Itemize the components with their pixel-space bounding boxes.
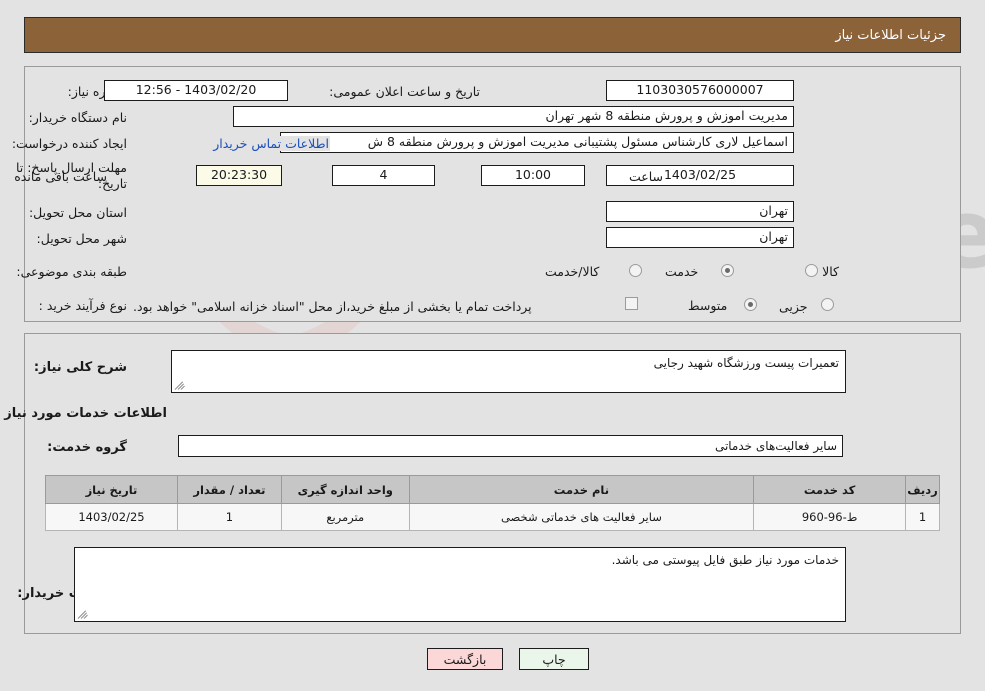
radio-category-khedmat-label[interactable]: خدمت <box>665 264 698 279</box>
process-label: نوع فرآیند خرید : <box>38 298 127 313</box>
page-root: AriaTender.net جزئیات اطلاعات نیاز شماره… <box>0 0 985 691</box>
treasury-bond-checkbox[interactable] <box>625 297 638 310</box>
back-button[interactable]: بازگشت <box>427 648 503 670</box>
radio-process-motavaset-label[interactable]: متوسط <box>688 298 727 313</box>
print-button[interactable]: چاپ <box>519 648 589 670</box>
cell-index: 1 <box>905 503 940 531</box>
announce-label: تاریخ و ساعت اعلان عمومی: <box>329 84 480 99</box>
announce-datetime-field: 1403/02/20 - 12:56 <box>104 80 288 101</box>
buyer-contact-link[interactable]: اطلاعات تماس خریدار <box>212 136 330 151</box>
cell-quantity: 1 <box>176 503 282 531</box>
radio-category-kala-khedmat-label[interactable]: کالا/خدمت <box>545 264 599 279</box>
col-header-name: نام خدمت <box>408 475 755 504</box>
cell-unit: مترمربع <box>280 503 410 531</box>
deadline-time-field: 10:00 <box>481 165 585 186</box>
radio-category-kala-khedmat[interactable] <box>629 264 642 277</box>
remaining-days-field: 4 <box>332 165 435 186</box>
table-row: 1 ط-96-960 سایر فعالیت های خدماتی شخصی م… <box>45 503 940 531</box>
hour-label: ساعت <box>628 169 663 184</box>
buyer-notes-value: خدمات مورد نیاز طبق فایل پیوستی می باشد. <box>611 553 839 567</box>
col-header-index: ردیف <box>905 475 940 504</box>
col-header-code: کد خدمت <box>753 475 907 504</box>
general-description-value: تعمیرات پیست ورزشگاه شهید رجایی <box>653 356 839 370</box>
service-group-label: گروه خدمت: <box>47 440 127 455</box>
cell-code: ط-96-960 <box>753 503 907 531</box>
cell-need-date: 1403/02/25 <box>45 503 178 531</box>
col-header-unit: واحد اندازه گیری <box>280 475 410 504</box>
requester-label: ایجاد کننده درخواست: <box>11 136 127 151</box>
resize-grip-icon[interactable] <box>77 608 89 620</box>
need-number-field: 1103030576000007 <box>606 80 794 101</box>
radio-process-jozii[interactable] <box>821 298 834 311</box>
general-description-label: شرح کلی نیاز: <box>33 360 127 375</box>
col-header-need-date: تاریخ نیاز <box>45 475 178 504</box>
province-label: استان محل تحویل: <box>28 205 127 220</box>
service-items-table: ردیف کد خدمت نام خدمت واحد اندازه گیری ت… <box>45 475 940 531</box>
countdown-field: 20:23:30 <box>196 165 282 186</box>
treasury-bond-label: پرداخت تمام یا بخشی از مبلغ خرید،از محل … <box>133 299 532 314</box>
general-description-textarea[interactable]: تعمیرات پیست ورزشگاه شهید رجایی <box>171 350 846 393</box>
category-label: طبقه بندی موضوعی: <box>16 264 127 279</box>
page-title: جزئیات اطلاعات نیاز <box>835 27 946 43</box>
radio-process-motavaset[interactable] <box>744 298 757 311</box>
services-section-title: اطلاعات خدمات مورد نیاز <box>4 406 167 421</box>
city-label: شهر محل تحویل: <box>36 231 127 246</box>
buyer-org-label: نام دستگاه خریدار: <box>28 110 127 125</box>
countdown-label: ساعت باقی مانده <box>14 169 107 184</box>
col-header-quantity: تعداد / مقدار <box>176 475 282 504</box>
radio-process-jozii-label[interactable]: جزیی <box>779 299 808 314</box>
buyer-org-field: مدیریت اموزش و پرورش منطقه 8 شهر تهران <box>233 106 794 127</box>
requester-field: اسماعیل لاری کارشناس مسئول پشتیبانی مدیر… <box>280 132 794 153</box>
resize-grip-icon[interactable] <box>174 379 186 391</box>
radio-category-kala-label[interactable]: کالا <box>765 264 839 279</box>
page-header-bar: جزئیات اطلاعات نیاز <box>24 17 961 53</box>
table-header-row: ردیف کد خدمت نام خدمت واحد اندازه گیری ت… <box>45 475 940 504</box>
city-field: تهران <box>606 227 794 248</box>
radio-category-khedmat[interactable] <box>721 264 734 277</box>
service-group-field: سایر فعالیت‌های خدماتی <box>178 435 843 457</box>
province-field: تهران <box>606 201 794 222</box>
need-info-panel <box>24 66 961 322</box>
cell-name: سایر فعالیت های خدماتی شخصی <box>408 503 755 531</box>
buyer-notes-textarea[interactable]: خدمات مورد نیاز طبق فایل پیوستی می باشد. <box>74 547 846 622</box>
